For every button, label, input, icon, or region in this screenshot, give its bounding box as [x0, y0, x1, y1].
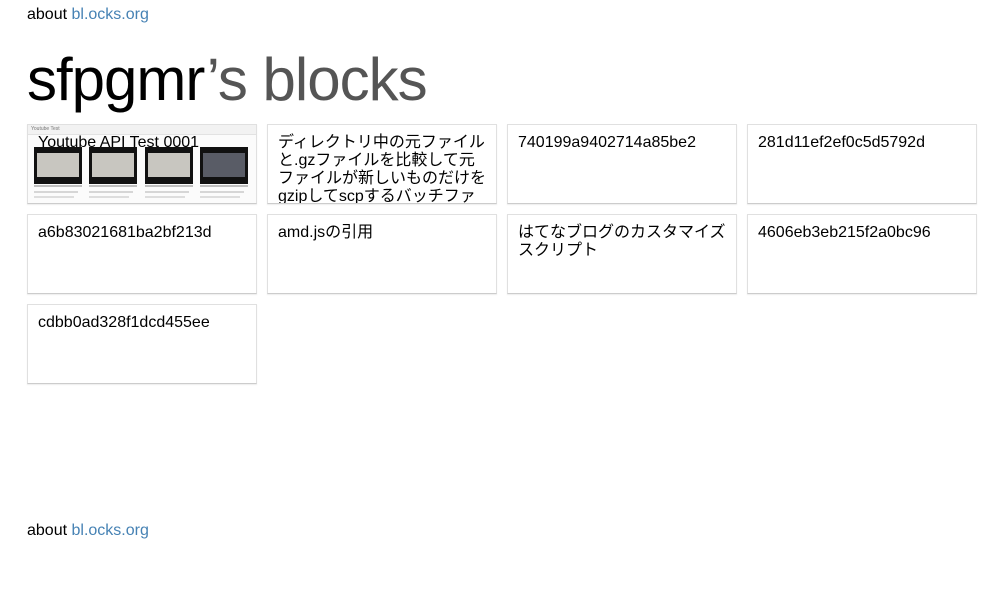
- about-text: about: [27, 6, 68, 23]
- video-thumb: [34, 147, 82, 184]
- footer-about: about bl.ocks.org: [27, 521, 149, 541]
- block-card[interactable]: 281d11ef2ef0c5d5792d: [747, 124, 977, 204]
- block-description: 740199a9402714a85be2: [518, 134, 696, 151]
- blocks-home-link[interactable]: bl.ocks.org: [72, 6, 149, 23]
- block-card[interactable]: ディレクトリ中の元ファイルと.gzファイルを比較して元ファイルが新しいものだけを…: [267, 124, 497, 204]
- video-thumb: [89, 147, 137, 184]
- about-text: about: [27, 522, 68, 539]
- block-description: Youtube API Test 0001: [38, 134, 200, 151]
- title-suffix: ’s blocks: [206, 46, 428, 113]
- block-description: cdbb0ad328f1dcd455ee: [38, 314, 210, 331]
- blocks-home-link[interactable]: bl.ocks.org: [72, 522, 149, 539]
- page-title: sfpgmr’s blocks: [27, 42, 428, 118]
- video-thumb: [145, 147, 193, 184]
- header-about: about bl.ocks.org: [27, 5, 149, 25]
- block-description: はてなブログのカスタマイズスクリプト: [518, 224, 726, 259]
- block-description: amd.jsの引用: [278, 224, 374, 241]
- block-description: a6b83021681ba2bf213d: [38, 224, 212, 241]
- thumbnail-window-title: Youtube Test: [31, 126, 60, 132]
- block-card[interactable]: はてなブログのカスタマイズスクリプト: [507, 214, 737, 294]
- block-card[interactable]: amd.jsの引用: [267, 214, 497, 294]
- block-card[interactable]: Youtube Test Youtube API Test 0001: [27, 124, 257, 204]
- block-card[interactable]: 4606eb3eb215f2a0bc96: [747, 214, 977, 294]
- blocks-grid: Youtube Test Youtube API Test 0001 ディレクト…: [27, 124, 977, 384]
- block-card[interactable]: 740199a9402714a85be2: [507, 124, 737, 204]
- video-thumb: [200, 147, 248, 184]
- block-description: 4606eb3eb215f2a0bc96: [758, 224, 931, 241]
- block-card[interactable]: a6b83021681ba2bf213d: [27, 214, 257, 294]
- block-card[interactable]: cdbb0ad328f1dcd455ee: [27, 304, 257, 384]
- owner-name[interactable]: sfpgmr: [27, 46, 208, 113]
- block-description: 281d11ef2ef0c5d5792d: [758, 134, 925, 151]
- block-description: ディレクトリ中の元ファイルと.gzファイルを比較して元ファイルが新しいものだけを…: [278, 134, 487, 204]
